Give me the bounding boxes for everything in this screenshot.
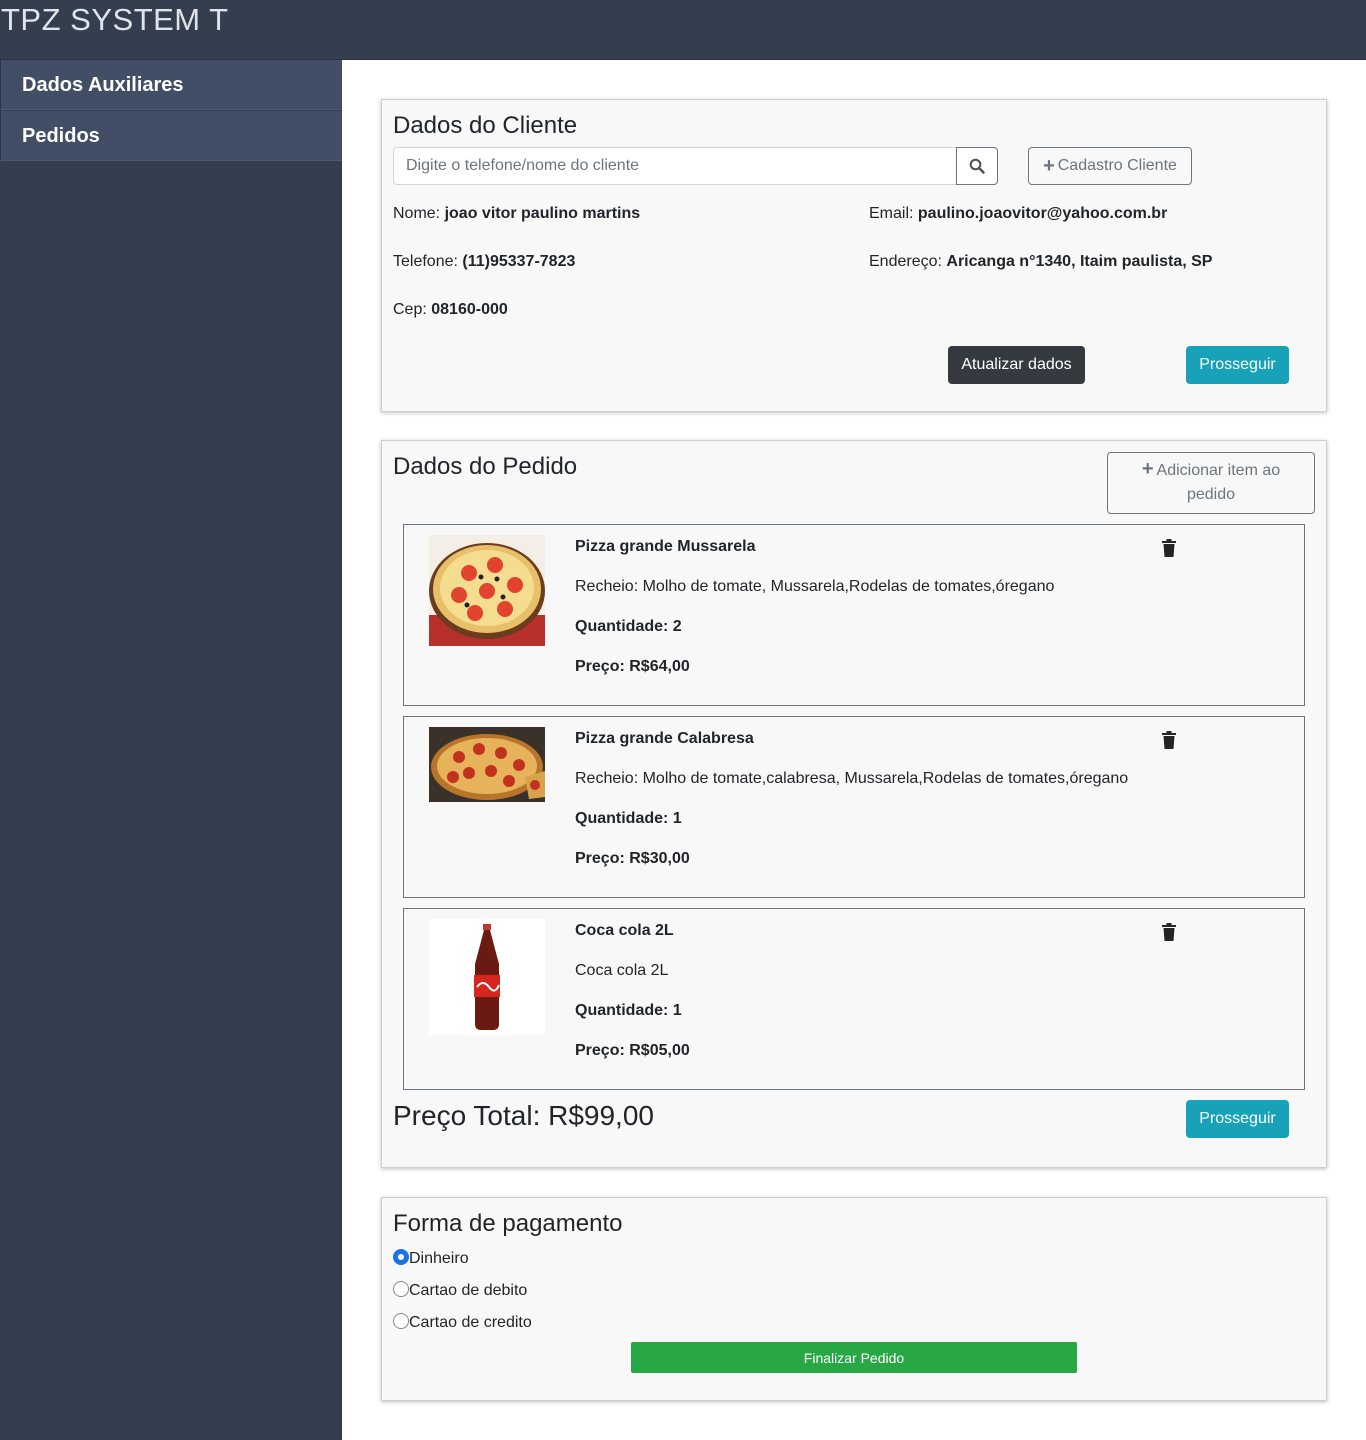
client-name-label: Nome: [393,205,441,222]
order-proceed-button[interactable]: Prosseguir [1186,1100,1289,1138]
client-phone-label: Telefone: [393,253,458,270]
search-button[interactable] [956,147,998,185]
sidebar-item-pedidos[interactable]: Pedidos [0,111,342,161]
payment-card: Forma de pagamento Dinheiro Cartao de de… [381,1197,1327,1401]
item-name: Pizza grande Mussarela [575,538,756,555]
order-card-title: Dados do Pedido [393,453,578,480]
plus-icon: + [1141,458,1154,480]
trash-icon[interactable] [1161,731,1177,749]
add-item-button[interactable]: + Adicionar item ao pedido [1107,452,1315,514]
item-description: Coca cola 2L [575,962,669,979]
client-address-field: Endereço: Aricanga n°1340, Itaim paulist… [869,253,1212,271]
sidebar: Dados Auxiliares Pedidos [0,60,342,1440]
radio-button[interactable] [393,1249,409,1265]
add-item-label: Adicionar item ao pedido [1156,462,1281,503]
client-cep-value: 08160-000 [431,301,508,318]
client-name-field: Nome: joao vitor paulino martins [393,205,640,223]
pizza-mussarela-image [429,535,545,646]
payment-option-dinheiro[interactable]: Dinheiro [393,1249,469,1268]
client-address-value: Aricanga n°1340, Itaim paulista, SP [946,253,1213,270]
client-email-label: Email: [869,205,914,222]
pizza-calabresa-image [429,727,545,802]
item-name: Pizza grande Calabresa [575,730,754,747]
register-client-label: Cadastro Cliente [1057,157,1177,174]
trash-icon[interactable] [1161,539,1177,557]
item-description: Recheio: Molho de tomate, Mussarela,Rode… [575,578,1055,595]
order-item: Pizza grande Mussarela Recheio: Molho de… [403,524,1305,706]
update-data-button[interactable]: Atualizar dados [948,346,1085,384]
item-quantity: Quantidade: 2 [575,618,682,635]
item-quantity: Quantidade: 1 [575,810,682,827]
finish-order-button[interactable]: Finalizar Pedido [631,1342,1077,1373]
order-item: Pizza grande Calabresa Recheio: Molho de… [403,716,1305,898]
order-item: Coca cola 2L Coca cola 2L Quantidade: 1 … [403,908,1305,1090]
add-item-wrap: + Adicionar item ao pedido [1126,459,1296,507]
payment-card-title: Forma de pagamento [393,1210,623,1237]
client-phone-value: (11)95337-7823 [462,253,576,270]
radio-button[interactable] [393,1281,409,1297]
top-navbar: TPZ SYSTEM T [0,0,1366,60]
app-title[interactable]: TPZ SYSTEM T [1,2,229,38]
item-quantity: Quantidade: 1 [575,1002,682,1019]
client-email-value: paulino.joaovitor@yahoo.com.br [917,205,1168,222]
item-price: Preço: R$30,00 [575,850,690,867]
order-total: Preço Total: R$99,00 [393,1100,654,1131]
item-description: Recheio: Molho de tomate,calabresa, Muss… [575,770,1129,787]
client-card: Dados do Cliente + Cadastro Cliente Nome… [381,99,1327,412]
client-proceed-button[interactable]: Prosseguir [1186,346,1289,384]
plus-icon: + [1043,155,1055,177]
client-cep-label: Cep: [393,301,427,318]
item-price: Preço: R$64,00 [575,658,690,675]
client-card-title: Dados do Cliente [393,112,578,139]
client-search-input[interactable] [393,147,957,185]
client-email-field: Email: paulino.joaovitor@yahoo.com.br [869,205,1167,223]
item-name: Coca cola 2L [575,922,674,939]
coca-cola-bottle-image [429,919,545,1035]
payment-option-label: Dinheiro [409,1250,469,1267]
payment-option-credito[interactable]: Cartao de credito [393,1313,532,1332]
register-client-button[interactable]: + Cadastro Cliente [1028,147,1192,185]
sidebar-item-dados-auxiliares[interactable]: Dados Auxiliares [0,60,342,110]
client-address-label: Endereço: [869,253,942,270]
item-price: Preço: R$05,00 [575,1042,690,1059]
payment-option-label: Cartao de debito [409,1282,528,1299]
payment-option-debito[interactable]: Cartao de debito [393,1281,528,1300]
client-name-value: joao vitor paulino martins [444,205,641,222]
search-icon [969,158,985,174]
trash-icon[interactable] [1161,923,1177,941]
radio-button[interactable] [393,1313,409,1329]
client-cep-field: Cep: 08160-000 [393,301,508,319]
client-phone-field: Telefone: (11)95337-7823 [393,253,575,271]
order-card: Dados do Pedido + Adicionar item ao pedid… [381,440,1327,1168]
payment-option-label: Cartao de credito [409,1314,532,1331]
